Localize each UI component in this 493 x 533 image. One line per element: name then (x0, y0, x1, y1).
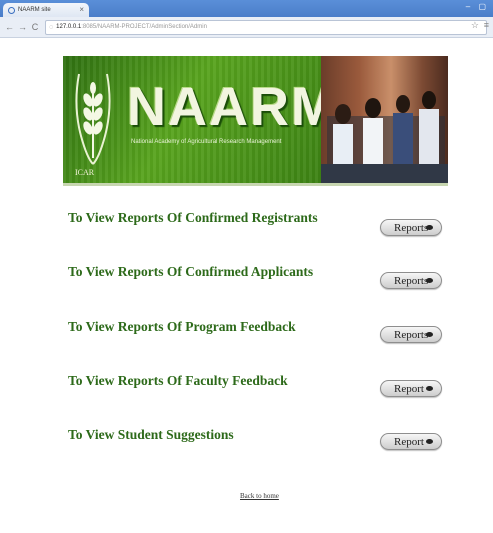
forward-icon[interactable]: → (18, 22, 27, 32)
icar-label: ICAR (75, 168, 95, 177)
button-dot-icon (426, 278, 433, 283)
program-feedback-reports-button[interactable]: Reports (380, 326, 442, 343)
browser-toolbar: ← → C ◌ 127.0.0.1 :8085/NAARM-PROJECT/Ad… (0, 17, 493, 38)
browser-tab-strip: NAARM site × – ▢ (0, 0, 493, 17)
button-dot-icon (426, 225, 433, 230)
program-feedback-label: To View Reports Of Program Feedback (68, 319, 296, 334)
page-icon: ◌ (49, 23, 54, 31)
tab-title: NAARM site (18, 7, 51, 13)
banner-classroom-photo (321, 56, 448, 184)
banner-underline (63, 183, 448, 186)
faculty-feedback-label: To View Reports Of Faculty Feedback (68, 373, 288, 388)
bookmark-star-icon[interactable]: ☆ (471, 20, 479, 31)
browser-menu-icon[interactable]: ≡ (484, 20, 489, 30)
confirmed-registrants-reports-button[interactable]: Reports (380, 219, 442, 236)
button-dot-icon (426, 386, 433, 391)
reload-icon[interactable]: C (31, 22, 39, 32)
back-to-home-link[interactable]: Back to home (240, 492, 279, 500)
button-label: Report (394, 382, 424, 395)
back-icon[interactable]: ← (5, 22, 14, 32)
confirmed-registrants-label: To View Reports Of Confirmed Registrants (68, 210, 318, 225)
url-path: :8085/NAARM-PROJECT/AdminSection/Admin (81, 24, 207, 30)
button-label: Reports (394, 328, 429, 341)
address-bar[interactable]: ◌ 127.0.0.1 :8085/NAARM-PROJECT/AdminSec… (45, 19, 487, 35)
button-label: Reports (394, 274, 429, 287)
student-suggestions-report-button[interactable]: Report (380, 433, 442, 450)
favicon-icon (8, 6, 15, 14)
naarm-tagline: National Academy of Agricultural Researc… (131, 139, 282, 145)
faculty-feedback-report-button[interactable]: Report (380, 380, 442, 397)
student-suggestions-label: To View Student Suggestions (68, 427, 234, 442)
button-label: Report (394, 435, 424, 448)
confirmed-applicants-reports-button[interactable]: Reports (380, 272, 442, 289)
tab-close-icon[interactable]: × (79, 4, 84, 16)
naarm-banner: ICAR NAARM National Academy of Agricultu… (63, 56, 448, 184)
url-host: 127.0.0.1 (56, 24, 82, 30)
window-controls[interactable]: – ▢ (466, 2, 489, 11)
button-label: Reports (394, 221, 429, 234)
button-dot-icon (426, 332, 433, 337)
naarm-logo-text: NAARM (127, 77, 338, 137)
button-dot-icon (426, 439, 433, 444)
browser-tab[interactable]: NAARM site × (3, 3, 89, 17)
banner-green-panel: ICAR NAARM National Academy of Agricultu… (63, 56, 336, 184)
wheat-emblem-icon (75, 73, 111, 165)
confirmed-applicants-label: To View Reports Of Confirmed Applicants (68, 264, 314, 279)
